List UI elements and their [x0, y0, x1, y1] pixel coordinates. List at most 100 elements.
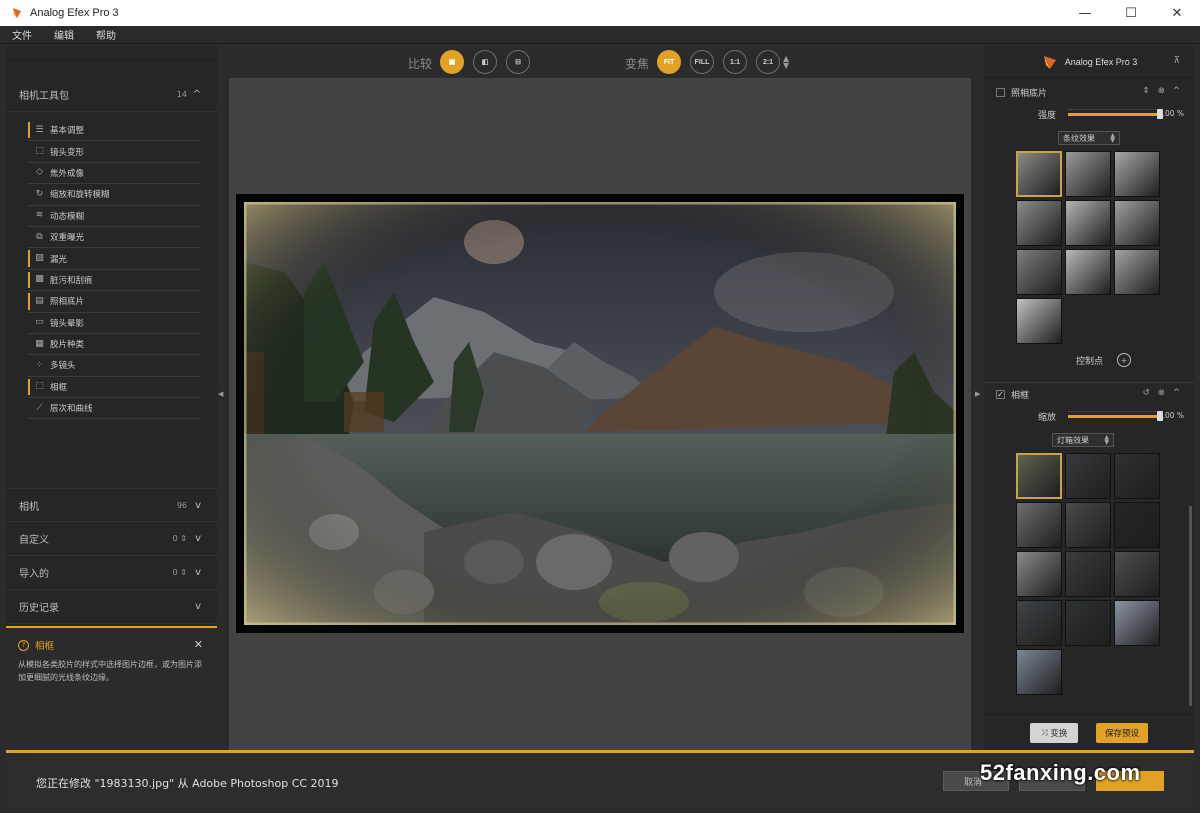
film-plate-thumbnail[interactable] — [1114, 151, 1160, 197]
frame-thumbnail[interactable] — [1065, 600, 1111, 646]
help-title-text: 相框 — [35, 641, 55, 652]
collapse-right-panel-icon[interactable]: ▶ — [975, 390, 980, 398]
menu-help[interactable]: 帮助 — [96, 27, 116, 42]
collapse-left-panel-icon[interactable]: ◀ — [218, 390, 223, 398]
zoom-fill-button[interactable]: FILL — [690, 50, 714, 74]
zoom-1-1-button[interactable]: 1:1 — [723, 50, 747, 74]
tool-item[interactable]: ≋ 动态模糊 — [28, 206, 200, 227]
camera-toolkit-title: 相机工具包 — [19, 91, 69, 102]
delete-icon[interactable]: ⊗ — [1158, 388, 1165, 398]
section-custom-count: 0 ⇕ — [172, 534, 187, 543]
section-imported[interactable]: 导入的 0 ⇕ v — [6, 556, 217, 590]
strength-slider[interactable] — [1068, 109, 1163, 119]
film-plate-thumbnail[interactable] — [1114, 249, 1160, 295]
tool-item[interactable]: ▨ 漏光 — [28, 248, 200, 270]
tool-item[interactable]: ▭ 镜头晕影 — [28, 313, 200, 334]
chevron-down-icon[interactable]: v — [195, 567, 201, 578]
updown-icon[interactable]: ⇕ — [1143, 86, 1150, 96]
tool-item[interactable]: ↻ 缩放和旋转模糊 — [28, 184, 200, 206]
camera-toolkit-count: 14 — [176, 90, 187, 99]
maximize-button[interactable]: ☐ — [1108, 0, 1154, 26]
frame-thumbnail[interactable] — [1114, 502, 1160, 548]
compare-split-view-button[interactable]: ◧ — [473, 50, 497, 74]
reset-icon[interactable]: ↺ — [1143, 388, 1150, 398]
vignette-icon: ▭ — [35, 317, 44, 328]
frame-thumbnail[interactable] — [1016, 453, 1062, 499]
minimize-button[interactable]: — — [1062, 0, 1108, 26]
scale-slider-fill — [1068, 415, 1160, 418]
zoom-fit-button[interactable]: FIT — [657, 50, 681, 74]
tool-item[interactable]: ☰ 基本调整 — [28, 120, 200, 142]
frame-thumbnail[interactable] — [1114, 600, 1160, 646]
film-plate-thumbnail[interactable] — [1065, 200, 1111, 246]
frame-thumbnail[interactable] — [1065, 502, 1111, 548]
section-custom[interactable]: 自定义 0 ⇕ v — [6, 522, 217, 556]
menu-edit[interactable]: 编辑 — [54, 27, 74, 42]
film-plate-thumbnail[interactable] — [1065, 151, 1111, 197]
lens-distortion-icon: ⬚ — [35, 146, 44, 157]
dropdown-arrows-icon: ▲ ▼ — [1104, 434, 1109, 446]
tool-item[interactable]: ▦ 胶片种类 — [28, 334, 200, 356]
camera-toolkit-header[interactable]: 相机工具包 14 ^ — [6, 78, 217, 112]
section-camera[interactable]: 相机 96 v — [6, 488, 217, 522]
tool-item-label: 缩放和旋转模糊 — [50, 190, 110, 201]
frame-thumbnail[interactable] — [1016, 600, 1062, 646]
film-plate-thumbnail[interactable] — [1114, 200, 1160, 246]
chevron-up-icon[interactable]: ^ — [193, 89, 201, 100]
tool-item[interactable]: ⬚ 镜头变形 — [28, 141, 200, 163]
film-plate-thumbnail[interactable] — [1016, 200, 1062, 246]
film-plate-preset-dropdown[interactable]: 条纹效果 ▲ ▼ — [1058, 131, 1120, 145]
compare-single-view-button[interactable]: ▣ — [440, 50, 464, 74]
preview-image[interactable] — [244, 202, 956, 625]
add-control-point-icon[interactable]: + — [1117, 353, 1132, 367]
chevron-down-icon[interactable]: v — [195, 533, 201, 544]
frame-checkbox[interactable]: ✓ — [996, 389, 1005, 399]
delete-icon[interactable]: ⊗ — [1158, 86, 1165, 96]
film-plate-thumbnail[interactable] — [1016, 298, 1062, 344]
tool-item[interactable]: ⧉ 双重曝光 — [28, 227, 200, 249]
zoom-stepper-icon[interactable]: ▲▼ — [783, 55, 789, 70]
tool-item-label: 相框 — [50, 382, 68, 393]
frame-thumbnail[interactable] — [1114, 453, 1160, 499]
frame-title: 相框 — [1011, 390, 1030, 401]
frame-actions: ↺ ⊗ ^ — [1143, 388, 1180, 398]
collapse-panel-icon[interactable]: ⊼ — [1173, 56, 1180, 66]
swap-button[interactable]: ⤨ 变换 — [1030, 723, 1078, 743]
double-exposure-icon: ⧉ — [36, 231, 43, 242]
film-plate-thumbnail[interactable] — [1016, 151, 1062, 197]
tool-item[interactable]: ⬚ 相框 — [28, 377, 200, 399]
brand-header: Analog Efex Pro 3 ⊼ — [984, 46, 1194, 78]
chevron-down-icon[interactable]: v — [195, 500, 201, 511]
scale-slider[interactable] — [1068, 411, 1163, 421]
frame-thumbnail[interactable] — [1065, 453, 1111, 499]
menu-file[interactable]: 文件 — [12, 27, 32, 42]
close-window-button[interactable]: ✕ — [1154, 0, 1200, 26]
frame-thumbnail[interactable] — [1114, 551, 1160, 597]
status-text: 您正在修改 "1983130.jpg" 从 Adobe Photoshop CC… — [36, 777, 339, 790]
close-icon[interactable]: ✕ — [194, 638, 203, 651]
frame-thumbnail[interactable] — [1016, 551, 1062, 597]
chevron-up-icon[interactable]: ^ — [1173, 388, 1180, 398]
chevron-down-icon[interactable]: v — [195, 601, 201, 612]
save-preset-button[interactable]: 保存预设 — [1096, 723, 1148, 743]
tool-item[interactable]: ◇ 焦外成像 — [28, 163, 200, 185]
film-plate-thumbnail[interactable] — [1016, 249, 1062, 295]
frame-thumbnail[interactable] — [1016, 502, 1062, 548]
right-panel-scrollbar[interactable] — [1189, 506, 1192, 706]
frame-preset-dropdown[interactable]: 灯箱效果 ▲ ▼ — [1052, 433, 1114, 447]
tool-item[interactable]: ▩ 脏污和刮痕 — [28, 270, 200, 292]
frame-thumbnail[interactable] — [1016, 649, 1062, 695]
frame-thumbnail[interactable] — [1065, 551, 1111, 597]
section-history[interactable]: 历史记录 v — [6, 590, 217, 624]
compare-side-by-side-button[interactable]: ⊟ — [506, 50, 530, 74]
tool-item[interactable]: ⁘ 多镜头 — [28, 355, 200, 377]
film-plate-thumbnail[interactable] — [1065, 249, 1111, 295]
tool-item[interactable]: ⟋ 层次和曲线 — [28, 398, 200, 420]
tool-item-label: 多镜头 — [50, 361, 76, 372]
frame-preset-value: 灯箱效果 — [1057, 435, 1089, 445]
chevron-up-icon[interactable]: ^ — [1173, 86, 1180, 96]
film-plate-checkbox[interactable] — [996, 87, 1005, 97]
zoom-2-1-button[interactable]: 2:1 — [756, 50, 780, 74]
tool-item[interactable]: ▤ 照相底片 — [28, 291, 200, 313]
tool-item-label: 基本调整 — [50, 126, 85, 137]
